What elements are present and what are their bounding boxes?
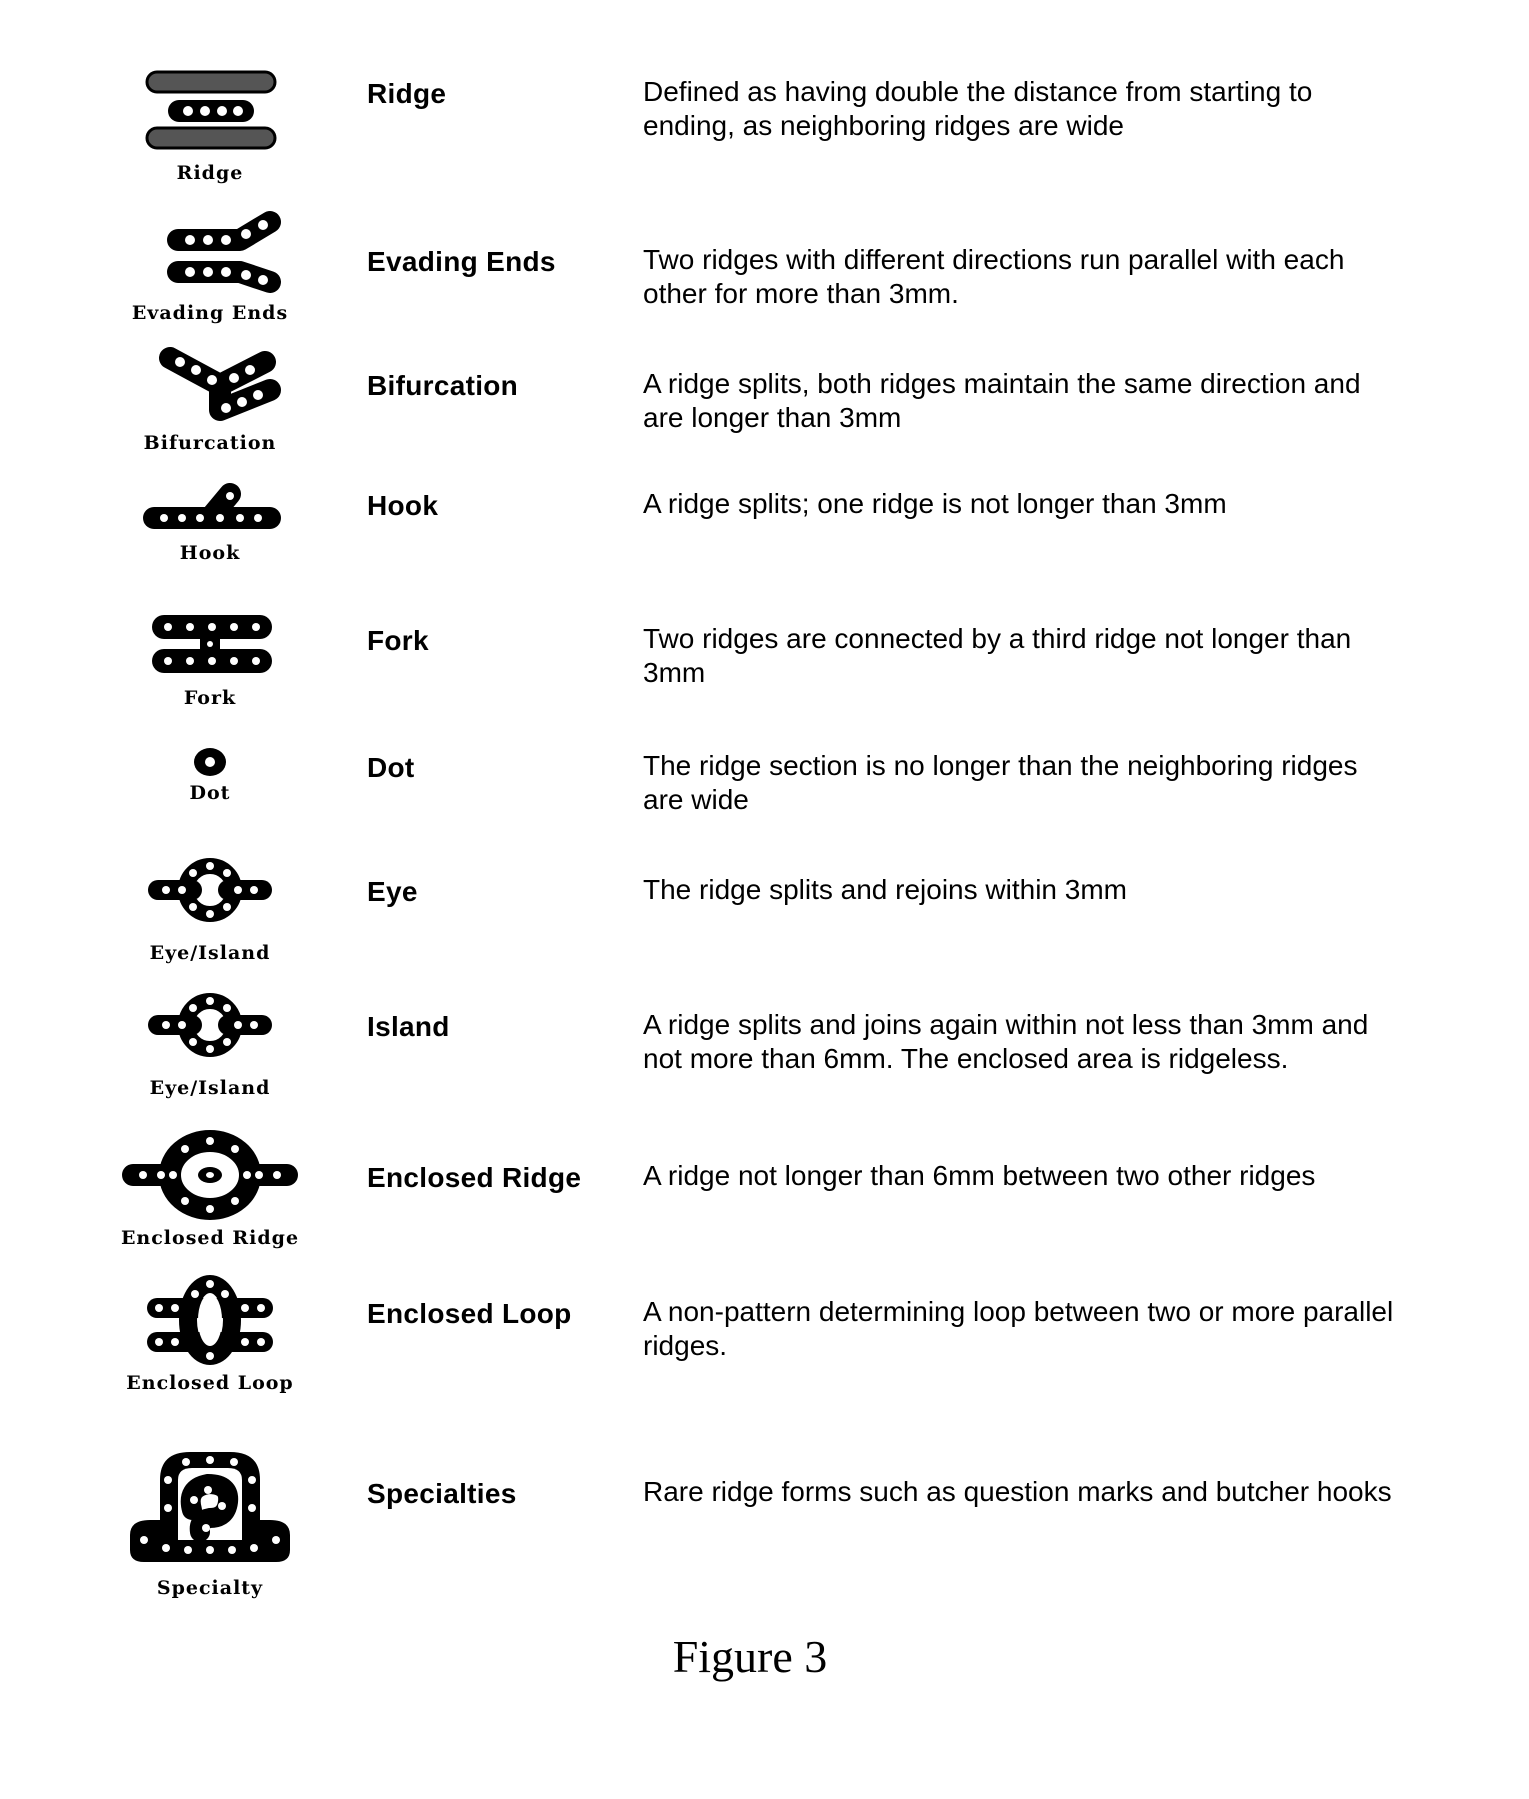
icon-cell: Specialty [105, 1440, 315, 1599]
ridge-icon [145, 70, 277, 150]
icon-cell: Bifurcation [105, 340, 315, 454]
icon-cell: Hook [105, 480, 315, 564]
definition: A ridge splits and joins again within no… [643, 1009, 1369, 1074]
definition: Defined as having double the distance fr… [643, 76, 1313, 141]
icon-caption: Specialty [156, 1577, 264, 1599]
icon-cell: Eye/Island [105, 985, 315, 1099]
definition: A ridge not longer than 6mm between two … [643, 1160, 1316, 1191]
enclosed-loop-icon [147, 1275, 273, 1365]
definition: A ridge splits; one ridge is not longer … [643, 488, 1227, 519]
enclosed-ridge-icon [122, 1130, 298, 1220]
term: Island [367, 1011, 450, 1042]
eye-island-icon [148, 858, 272, 922]
icon-caption: Eye/Island [149, 942, 271, 964]
icon-caption: Enclosed Ridge [120, 1227, 300, 1249]
term: Hook [367, 490, 439, 521]
term: Fork [367, 625, 429, 656]
specialty-icon [130, 1452, 290, 1562]
icon-caption: Bifurcation [143, 432, 277, 454]
definition: The ridge section is no longer than the … [643, 750, 1358, 815]
icon-cell: Enclosed Ridge [105, 1125, 315, 1249]
icon-caption: Eye/Island [149, 1077, 271, 1099]
icon-cell: Fork [105, 605, 315, 709]
definition: Two ridges are connected by a third ridg… [643, 623, 1352, 688]
figure-label: Figure 3 [672, 1631, 828, 1682]
icon-caption: Hook [179, 542, 241, 564]
definition: Rare ridge forms such as question marks … [643, 1476, 1392, 1507]
eye-island-icon [148, 993, 272, 1057]
icon-caption: Ridge [176, 162, 244, 184]
fork-icon [152, 615, 272, 673]
icon-cell: Evading Ends [105, 210, 315, 324]
icon-cell: Enclosed Loop [105, 1270, 315, 1394]
icon-caption: Enclosed Loop [126, 1372, 294, 1394]
definition: Two ridges with different directions run… [643, 244, 1345, 309]
term: Specialties [367, 1478, 517, 1509]
term: Ridge [367, 78, 447, 109]
definition: A non-pattern determining loop between t… [643, 1296, 1394, 1361]
term: Dot [367, 752, 415, 783]
icon-cell: Eye/Island [105, 850, 315, 964]
term: Evading Ends [367, 246, 556, 277]
term: Eye [367, 876, 418, 907]
icon-caption: Fork [183, 687, 237, 709]
evading-ends-icon [167, 211, 281, 293]
definition: The ridge splits and rejoins within 3mm [643, 874, 1127, 905]
icon-caption: Dot [189, 782, 231, 804]
term: Enclosed Loop [367, 1298, 572, 1329]
term: Bifurcation [367, 370, 519, 401]
hook-icon [143, 483, 281, 529]
icon-caption: Evading Ends [131, 302, 289, 324]
bifurcation-icon [159, 347, 281, 421]
term: Enclosed Ridge [367, 1162, 582, 1193]
icon-cell: Ridge [105, 60, 315, 184]
definition: A ridge splits, both ridges maintain the… [643, 368, 1361, 433]
icon-cell: Dot [105, 740, 315, 804]
dot-icon [194, 748, 226, 776]
